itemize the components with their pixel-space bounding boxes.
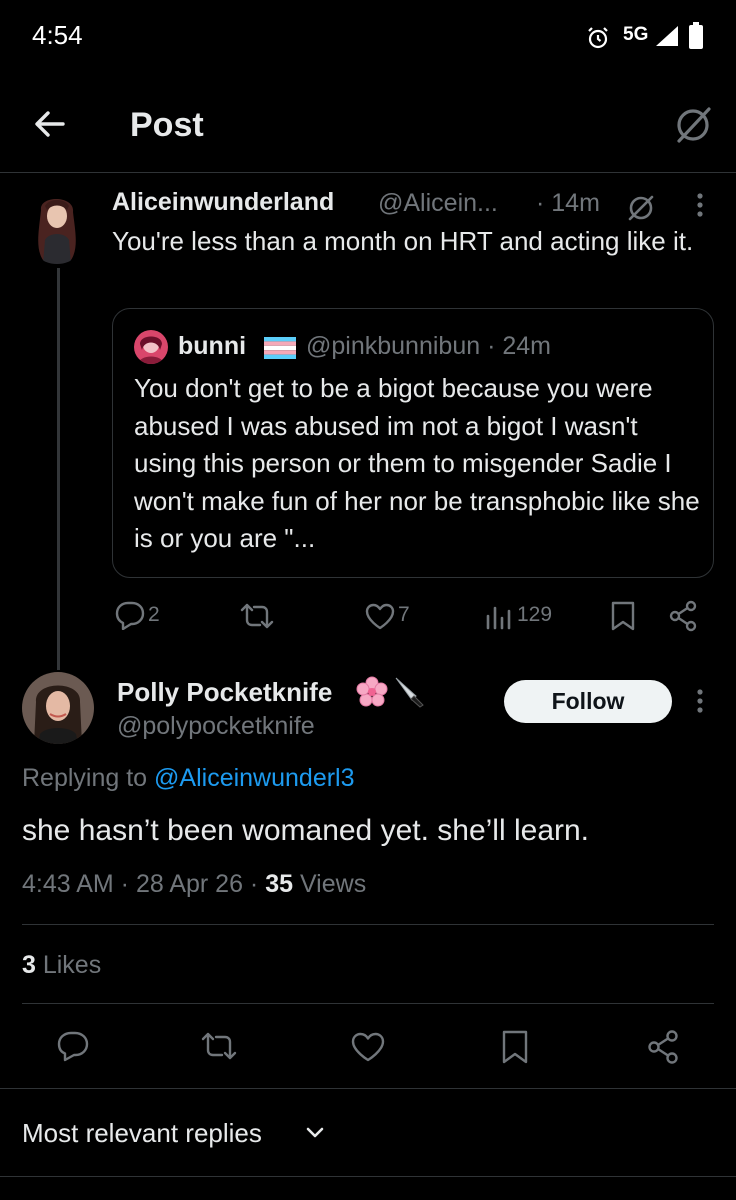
divider — [0, 1088, 736, 1089]
sort-label: Most relevant replies — [22, 1118, 262, 1148]
battery-icon — [688, 22, 704, 50]
timestamp: 4:43 AM · 28 Apr 26 · — [22, 870, 266, 898]
author-handle[interactable]: @polypocketknife — [117, 712, 315, 741]
post-time: · 14m — [536, 189, 600, 217]
share-icon[interactable] — [646, 1029, 680, 1065]
divider — [22, 1003, 714, 1004]
divider — [0, 1176, 736, 1177]
grok-icon[interactable] — [626, 193, 656, 223]
thread-line — [57, 268, 60, 670]
author-name[interactable]: Aliceinwunderland — [112, 188, 334, 217]
avatar[interactable] — [27, 190, 87, 264]
likes-summary[interactable]: 3 Likes — [22, 951, 101, 980]
share-icon[interactable] — [668, 600, 698, 632]
more-icon[interactable] — [690, 688, 710, 716]
sort-replies-dropdown[interactable]: Most relevant replies — [22, 1118, 262, 1149]
header-divider — [0, 172, 736, 173]
reply-icon[interactable] — [114, 600, 146, 630]
signal-icon — [654, 24, 680, 48]
divider — [22, 924, 714, 925]
status-time: 4:54 — [32, 20, 83, 50]
quote-author-handle: @pinkbunnibun · 24m — [306, 332, 551, 360]
knife-icon — [392, 674, 426, 708]
like-icon[interactable] — [364, 602, 396, 630]
tweet-meta: 4:43 AM · 28 Apr 26 · 35 Views — [22, 870, 366, 899]
tweet-text: she hasn’t been womaned yet. she’ll lear… — [22, 814, 590, 847]
like-icon[interactable] — [350, 1031, 386, 1063]
bookmark-icon[interactable] — [500, 1029, 530, 1065]
quote-author-name: bunni — [178, 332, 247, 360]
alarm-icon — [586, 26, 610, 50]
views-count: 129 — [517, 603, 553, 626]
follow-button[interactable]: Follow — [504, 680, 672, 723]
repost-icon[interactable] — [240, 601, 274, 631]
tweet-text: You're less than a month on HRT and acti… — [112, 226, 694, 256]
likes-label: Likes — [35, 951, 102, 979]
bookmark-icon[interactable] — [610, 600, 636, 632]
views-icon[interactable] — [485, 602, 513, 630]
replying-prefix: Replying to — [22, 764, 155, 792]
views-label: Views — [293, 870, 367, 898]
reply-count: 2 — [148, 603, 160, 626]
likes-count: 3 — [22, 951, 36, 979]
like-count: 7 — [398, 603, 410, 626]
avatar — [134, 330, 168, 364]
cherry-blossom-icon — [356, 676, 388, 708]
author-handle[interactable]: @Alicein... — [378, 189, 498, 218]
avatar[interactable] — [22, 672, 94, 744]
replying-to-link[interactable]: @Aliceinwunderl3 — [154, 764, 354, 792]
more-icon[interactable] — [690, 192, 710, 220]
reply-icon[interactable] — [56, 1030, 90, 1062]
grok-icon[interactable] — [672, 104, 714, 146]
quote-text: You don't get to be a bigot because you … — [134, 373, 700, 553]
views-count: 35 — [265, 870, 294, 898]
back-arrow-icon[interactable] — [32, 106, 68, 142]
page-title: Post — [130, 106, 204, 144]
repost-icon[interactable] — [200, 1030, 238, 1062]
replying-to: Replying to @Aliceinwunderl3 — [22, 764, 355, 793]
network-label: 5G — [623, 24, 649, 45]
trans-flag-icon — [264, 337, 296, 359]
chevron-down-icon[interactable] — [304, 1124, 326, 1142]
author-name[interactable]: Polly Pocketknife — [117, 677, 332, 708]
